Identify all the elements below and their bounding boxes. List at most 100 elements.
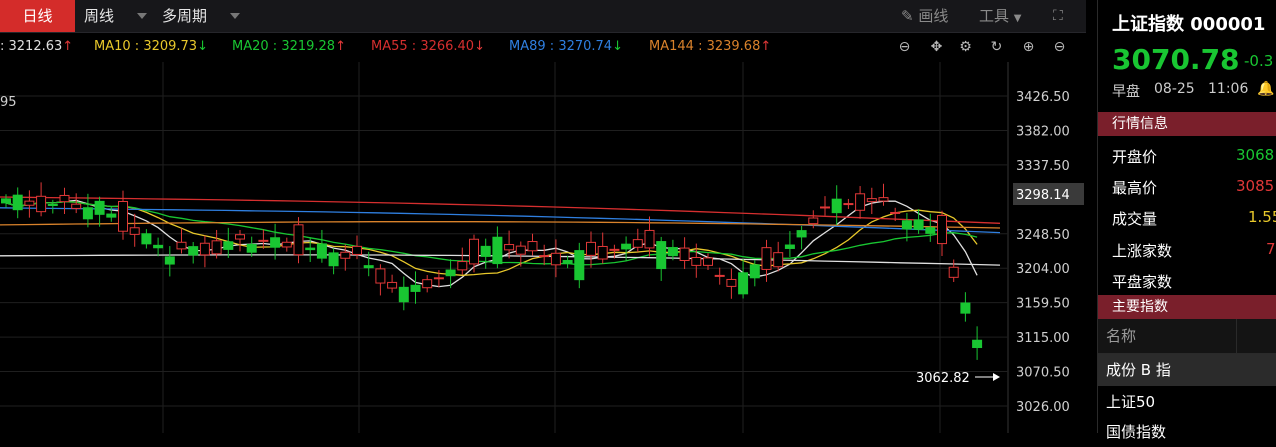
candle-body bbox=[515, 245, 526, 255]
candle-body bbox=[71, 203, 82, 209]
candle-body bbox=[258, 239, 269, 242]
candle-body bbox=[281, 241, 292, 248]
candle-body bbox=[316, 243, 327, 259]
candle-body bbox=[47, 203, 58, 206]
price-tick-label: 3382.00 bbox=[1016, 124, 1070, 139]
candle-body bbox=[141, 233, 152, 245]
candle-body bbox=[749, 264, 760, 279]
candle-body bbox=[176, 241, 187, 250]
ma55-legend: MA55 : 3266.40↓ bbox=[371, 39, 485, 54]
ma144-value: 3239.68 bbox=[706, 39, 761, 54]
index-row[interactable]: 成份 B 指 bbox=[1098, 354, 1276, 386]
candle-body bbox=[480, 245, 491, 257]
price-tick-label: 3026.00 bbox=[1016, 400, 1070, 415]
chart-toolbar: 日线 周线 多周期 ✎ 画线 工具 ▼ ⛶ bbox=[0, 0, 1086, 33]
move-icon[interactable]: ✥ bbox=[929, 40, 944, 55]
price-tick-label: 3337.50 bbox=[1016, 159, 1070, 174]
high-price-label: 最高价 bbox=[1112, 179, 1158, 197]
ma5-trend: ↑ bbox=[62, 39, 74, 54]
security-title: 上证指数 000001 bbox=[1112, 14, 1266, 35]
zoom-out-icon[interactable]: ⊖ bbox=[1052, 40, 1067, 55]
candle-body bbox=[211, 240, 222, 255]
major-index-header: 主要指数 bbox=[1098, 295, 1276, 319]
volume-value: 1.55 bbox=[1248, 208, 1276, 226]
weekly-dropdown-icon[interactable] bbox=[137, 13, 147, 19]
tools-button[interactable]: 工具 ▼ bbox=[979, 0, 1022, 32]
grid-lines bbox=[0, 62, 1009, 433]
candle-body bbox=[235, 234, 245, 240]
column-divider bbox=[1236, 319, 1237, 353]
candle-body bbox=[270, 237, 281, 248]
ma89-legend: MA89 : 3270.74↓ bbox=[509, 39, 623, 54]
candle-body bbox=[153, 244, 164, 249]
index-name: 国债指数 bbox=[1106, 423, 1167, 441]
candle-body bbox=[328, 252, 339, 267]
unchanged-label: 平盘家数 bbox=[1112, 273, 1173, 291]
open-price-value: 3068 bbox=[1236, 146, 1275, 164]
ma10-label: MA10 bbox=[94, 39, 131, 54]
candle-body bbox=[363, 265, 374, 269]
price-axis: 3426.50 3382.00 3337.50 3248.50 3204.00 3159.… bbox=[1016, 90, 1070, 415]
candle-body bbox=[504, 244, 515, 251]
tab-daily[interactable]: 日线 bbox=[0, 0, 75, 32]
multi-period-dropdown-icon[interactable] bbox=[230, 13, 240, 19]
candle-body bbox=[539, 255, 550, 258]
candle-body bbox=[726, 278, 737, 287]
ma89-value: 3270.74 bbox=[558, 39, 613, 54]
ma144-trend: ↑ bbox=[760, 39, 772, 54]
bell-icon[interactable]: 🔔 bbox=[1257, 81, 1274, 97]
draw-line-button[interactable]: ✎ 画线 bbox=[901, 0, 948, 32]
advancers-label: 上涨家数 bbox=[1112, 242, 1173, 260]
index-row[interactable]: 上证50 bbox=[1098, 387, 1276, 417]
ma20-legend: MA20 : 3219.28↑ bbox=[232, 39, 346, 54]
left-edge-label: 95 bbox=[0, 95, 17, 110]
major-index-title: 主要指数 bbox=[1112, 299, 1168, 315]
candle-body bbox=[960, 302, 971, 314]
candle-body bbox=[305, 247, 316, 251]
kline-chart-area[interactable]: 日线 周线 多周期 ✎ 画线 工具 ▼ ⛶ : 3212.63↑ MA10 : … bbox=[0, 0, 1086, 433]
candle-body bbox=[24, 200, 35, 206]
gear-icon[interactable]: ⚙ bbox=[958, 40, 973, 55]
candle-body bbox=[925, 227, 936, 234]
ma20-label: MA20 bbox=[232, 39, 269, 54]
candle-body bbox=[808, 217, 819, 225]
low-marker-arrowhead bbox=[993, 373, 1000, 381]
index-name-header: 名称 bbox=[1106, 327, 1137, 345]
volume-label: 成交量 bbox=[1112, 210, 1158, 228]
candle-body bbox=[656, 241, 667, 270]
fullscreen-icon[interactable]: ⛶ bbox=[1053, 0, 1063, 32]
candle-body bbox=[784, 244, 795, 249]
ma55-label: MA55 bbox=[371, 39, 408, 54]
price-tick-label: 3115.00 bbox=[1016, 331, 1070, 346]
tab-multi-period[interactable]: 多周期 bbox=[162, 0, 207, 32]
session-label: 早盘 bbox=[1112, 84, 1140, 100]
candle-body bbox=[12, 194, 23, 211]
candle-body bbox=[398, 286, 409, 303]
ma20-trend: ↑ bbox=[335, 39, 346, 54]
candle-body bbox=[691, 257, 702, 266]
draw-line-label: 画线 bbox=[918, 7, 949, 25]
refresh-icon[interactable]: ↻ bbox=[989, 40, 1004, 55]
candle-body bbox=[679, 247, 690, 261]
tools-label: 工具 bbox=[979, 7, 1010, 25]
candle-body bbox=[796, 230, 807, 238]
ma144-label: MA144 bbox=[649, 39, 694, 54]
market-info-header: 行情信息 bbox=[1098, 112, 1276, 136]
candle-body bbox=[901, 220, 912, 230]
candle-body bbox=[831, 198, 842, 214]
candle-body bbox=[188, 246, 199, 256]
tab-weekly[interactable]: 周线 bbox=[84, 0, 114, 32]
candle-body bbox=[82, 207, 93, 220]
candlestick-plot[interactable]: 3426.50 3382.00 3337.50 3248.50 3204.00 3159.… bbox=[0, 62, 1086, 433]
candle-body bbox=[820, 206, 830, 209]
candle-body bbox=[597, 245, 608, 260]
zoom-in-icon[interactable]: ⊕ bbox=[1021, 40, 1036, 55]
index-row[interactable]: 国债指数 bbox=[1098, 417, 1276, 447]
candle-body bbox=[352, 245, 362, 255]
price-tick-label: 3426.50 bbox=[1016, 90, 1070, 105]
collapse-icon[interactable]: ⊖ bbox=[897, 40, 912, 55]
market-info-title: 行情信息 bbox=[1112, 116, 1168, 132]
candle-body bbox=[527, 241, 538, 252]
open-price-label: 开盘价 bbox=[1112, 148, 1158, 166]
quote-panel: 上证指数 000001 3070.78 -0.3 早盘 08-25 11:06 … bbox=[1097, 0, 1276, 441]
